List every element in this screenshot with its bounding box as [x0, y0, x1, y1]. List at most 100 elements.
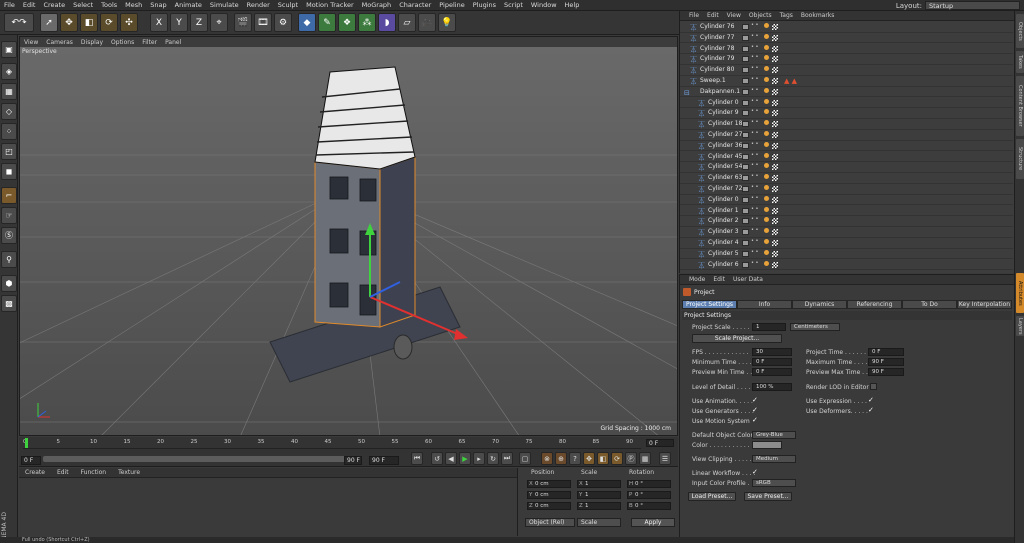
material-tag-icon[interactable]	[772, 250, 778, 257]
material-tag-icon[interactable]	[772, 121, 778, 128]
coord-rot-field[interactable]: B0 °	[627, 502, 671, 510]
object-name[interactable]: Cylinder 36	[708, 141, 742, 151]
next-key-icon[interactable]: ↻	[487, 452, 499, 465]
menu-sculpt[interactable]: Sculpt	[274, 1, 302, 9]
material-menu-texture[interactable]: Texture	[112, 469, 146, 476]
material-tag-icon[interactable]	[772, 34, 778, 41]
phong-tag-icon[interactable]	[764, 195, 769, 201]
object-name[interactable]: Cylinder 80	[700, 65, 734, 75]
axis-mode-icon[interactable]: ⌐	[1, 187, 17, 204]
object-name[interactable]: Cylinder 78	[700, 44, 734, 54]
visibility-toggle-icon[interactable]: • •	[751, 217, 759, 222]
scale-icon[interactable]: ◧	[80, 13, 98, 32]
layer-swatch[interactable]	[742, 34, 749, 41]
camera-icon[interactable]: 🎥	[418, 13, 436, 32]
object-menu-view[interactable]: View	[723, 12, 745, 19]
layer-swatch[interactable]	[742, 261, 749, 268]
key-pla-icon[interactable]: ▦	[639, 452, 651, 465]
visibility-toggle-icon[interactable]: • •	[751, 23, 759, 28]
viewport-menu-view[interactable]: View	[20, 39, 42, 46]
object-row[interactable]: ⏄ Cylinder 0 • •	[680, 98, 1013, 109]
menu-create[interactable]: Create	[39, 1, 69, 9]
cube-primitive-icon[interactable]: ◆	[298, 13, 316, 32]
object-name[interactable]: Cylinder 72	[708, 184, 742, 194]
object-row[interactable]: ⏄ Cylinder 78 • •	[680, 44, 1013, 55]
side-tab-content-browser[interactable]: Content Browser	[1016, 76, 1024, 136]
phong-tag-icon[interactable]	[764, 163, 769, 169]
workplane-icon[interactable]: ◇	[1, 103, 17, 120]
render-lod-checkbox[interactable]	[870, 383, 877, 390]
layer-swatch[interactable]	[742, 229, 749, 236]
points-mode-icon[interactable]: ⁘	[1, 123, 17, 140]
visibility-toggle-icon[interactable]: • •	[751, 152, 759, 157]
material-tag-icon[interactable]	[772, 261, 778, 268]
object-row[interactable]: ⏄ Cylinder 0 • •	[680, 195, 1013, 206]
layer-swatch[interactable]	[742, 121, 749, 128]
tab-referencing[interactable]: Referencing	[847, 300, 902, 309]
use-generators-checkbox[interactable]: ✓	[752, 407, 759, 414]
rotate-icon[interactable]: ⟳	[100, 13, 118, 32]
preview-end-field[interactable]: 90 F	[344, 456, 362, 465]
object-name[interactable]: Cylinder 5	[708, 249, 739, 259]
key-position-icon[interactable]: ✥	[583, 452, 595, 465]
key-param-icon[interactable]: Ⓟ	[625, 452, 637, 465]
object-row[interactable]: ⏄ Cylinder 6 • •	[680, 260, 1013, 271]
side-tab-objects[interactable]: Objects	[1016, 14, 1024, 48]
object-name[interactable]: Cylinder 0	[708, 195, 739, 205]
layer-swatch[interactable]	[742, 24, 749, 30]
object-name[interactable]: Cylinder 76	[700, 22, 734, 32]
goto-end-icon[interactable]: ⏭	[501, 452, 513, 465]
edges-mode-icon[interactable]: ◰	[1, 143, 17, 160]
axis-y-button[interactable]: Y	[170, 13, 188, 32]
layer-swatch[interactable]	[742, 67, 749, 74]
project-time-field[interactable]: 0 F	[868, 348, 904, 356]
phong-tag-icon[interactable]	[764, 228, 769, 234]
tab-project-settings[interactable]: Project Settings	[682, 300, 737, 309]
texture-mode-icon[interactable]: ▦	[1, 83, 17, 100]
project-scale-field[interactable]: 1	[752, 323, 786, 331]
visibility-toggle-icon[interactable]: • •	[751, 239, 759, 244]
autokey-icon[interactable]: ⊕	[555, 452, 567, 465]
object-row[interactable]: ⏄ Cylinder 76 • •	[680, 22, 1013, 33]
material-tag-icon[interactable]	[772, 207, 778, 214]
record-keys-icon[interactable]: ⊗	[541, 452, 553, 465]
view-clipping-dropdown[interactable]: Medium	[752, 455, 796, 463]
visibility-toggle-icon[interactable]: • •	[751, 249, 759, 254]
object-row[interactable]: ⏄ Cylinder 2 • •	[680, 216, 1013, 227]
viewport-menu-filter[interactable]: Filter	[138, 39, 161, 46]
layer-swatch[interactable]	[742, 99, 749, 106]
phong-tag-icon[interactable]	[764, 120, 769, 126]
phong-tag-icon[interactable]	[764, 152, 769, 158]
visibility-toggle-icon[interactable]: • •	[751, 120, 759, 125]
loop-icon[interactable]: ▢	[519, 452, 531, 465]
start-frame-field[interactable]: 0 F	[21, 456, 41, 465]
lod-field[interactable]: 100 %	[752, 383, 792, 391]
phong-tag-icon[interactable]	[764, 260, 769, 266]
use-animation-checkbox[interactable]: ✓	[752, 397, 759, 404]
phong-tag-icon[interactable]	[764, 206, 769, 212]
phong-tag-icon[interactable]	[764, 141, 769, 147]
menu-edit[interactable]: Edit	[19, 1, 40, 9]
object-row[interactable]: ⏄ Cylinder 63 • •	[680, 173, 1013, 184]
menu-mograph[interactable]: MoGraph	[358, 1, 396, 9]
material-tag-icon[interactable]	[772, 78, 778, 84]
attribute-menu-edit[interactable]: Edit	[709, 276, 729, 283]
object-row[interactable]: ⏄ Cylinder 54 • •	[680, 162, 1013, 173]
layer-swatch[interactable]	[742, 250, 749, 257]
material-tag-icon[interactable]	[772, 99, 778, 106]
phong-tag-icon[interactable]	[764, 77, 769, 82]
object-row[interactable]: ⏄ Cylinder 4 • •	[680, 238, 1013, 249]
layout-select[interactable]: Startup	[925, 1, 1020, 10]
end-frame-field[interactable]: 90 F	[369, 456, 399, 465]
play-icon[interactable]: ▶	[459, 452, 471, 465]
visibility-toggle-icon[interactable]: • •	[751, 206, 759, 211]
subdivision-surface-icon[interactable]: ❖	[338, 13, 356, 32]
material-tag-icon[interactable]	[772, 24, 778, 30]
tab-to-do[interactable]: To Do	[902, 300, 957, 309]
object-name[interactable]: Cylinder 79	[700, 54, 734, 64]
visibility-toggle-icon[interactable]: • •	[751, 55, 759, 60]
fps-field[interactable]: 30	[752, 348, 792, 356]
menu-motion-tracker[interactable]: Motion Tracker	[302, 1, 358, 9]
key-rotation-icon[interactable]: ⟳	[611, 452, 623, 465]
object-name[interactable]: Cylinder 18	[708, 119, 742, 129]
